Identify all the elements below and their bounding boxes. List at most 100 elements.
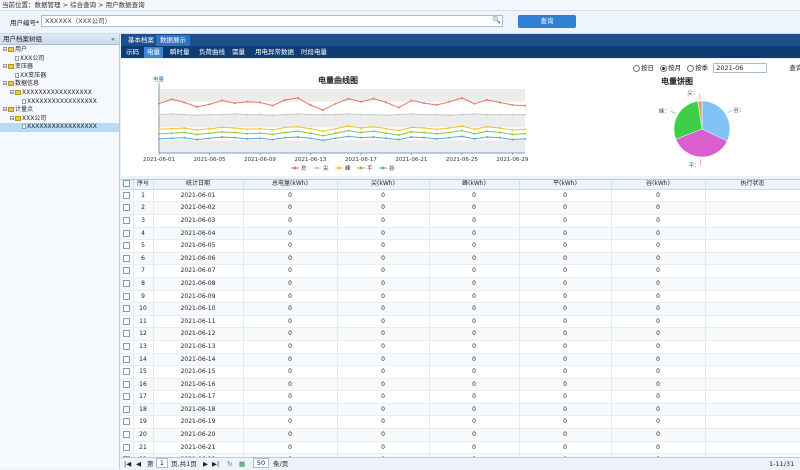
table-row[interactable]: 122021-06-1200000	[121, 328, 800, 341]
column-header[interactable]: 总电量(kWh)	[243, 180, 337, 189]
data-point	[309, 104, 311, 106]
table-row[interactable]: 12021-06-0100000	[121, 189, 800, 202]
table-row[interactable]: 92021-06-0900000	[121, 290, 800, 303]
table-row[interactable]: 52021-06-0500000	[121, 240, 800, 253]
table-cell: 7	[133, 265, 153, 278]
data-point	[171, 132, 173, 134]
export-excel-icon[interactable]: ▦	[239, 458, 245, 470]
row-checkbox[interactable]	[121, 403, 133, 416]
table-cell: 18	[133, 403, 153, 416]
table-row[interactable]: 132021-06-1300000	[121, 340, 800, 353]
table-row[interactable]: 212021-06-2100000	[121, 441, 800, 454]
column-header[interactable]: 序号	[133, 180, 153, 189]
row-checkbox[interactable]	[121, 328, 133, 341]
table-cell: 16	[133, 378, 153, 391]
table-row[interactable]: 72021-06-0700000	[121, 265, 800, 278]
table-cell: 2021-06-18	[153, 403, 243, 416]
search-icon[interactable]: 🔍	[492, 16, 501, 25]
table-row[interactable]: 62021-06-0600000	[121, 252, 800, 265]
tree-node[interactable]: ⊟计量点	[0, 106, 119, 115]
tab-basic-archive[interactable]: 基本档案	[124, 35, 158, 46]
row-checkbox[interactable]	[121, 214, 133, 227]
row-checkbox[interactable]	[121, 353, 133, 366]
tree-node[interactable]: XXX公司	[0, 55, 119, 64]
table-row[interactable]: 22021-06-0200000	[121, 202, 800, 215]
row-checkbox[interactable]	[121, 303, 133, 316]
query-button[interactable]: 查询	[518, 15, 576, 28]
row-checkbox[interactable]	[121, 429, 133, 442]
last-page-icon[interactable]: ▶|	[212, 458, 219, 470]
table-row[interactable]: 202021-06-2000000	[121, 429, 800, 442]
row-checkbox[interactable]	[121, 416, 133, 429]
table-row[interactable]: 112021-06-1100000	[121, 315, 800, 328]
table-row[interactable]: 172021-06-1700000	[121, 391, 800, 404]
collapse-icon[interactable]: «	[111, 34, 115, 44]
select-all-checkbox[interactable]	[121, 180, 133, 189]
first-page-icon[interactable]: |◀	[124, 458, 131, 470]
data-point	[486, 114, 488, 116]
row-checkbox[interactable]	[121, 441, 133, 454]
tab-abnormal[interactable]: 用电异常数据	[252, 47, 297, 58]
column-header[interactable]: 统计日期	[153, 180, 243, 189]
tree-node[interactable]: ⊟XXX公司	[0, 115, 119, 124]
data-point	[474, 138, 476, 140]
tree-node[interactable]: ⊟变压器	[0, 63, 119, 72]
tab-reading[interactable]: 示码	[123, 47, 142, 58]
table-row[interactable]: 182021-06-1800000	[121, 403, 800, 416]
tree-node[interactable]: ⊟XXXXXXXXXXXXXXXXX	[0, 89, 119, 98]
tab-period-energy[interactable]: 时段电量	[298, 47, 330, 58]
tab-data-display[interactable]: 数据展示	[156, 35, 190, 46]
table-row[interactable]: 162021-06-1600000	[121, 378, 800, 391]
chart-query-link[interactable]: 查询	[789, 64, 800, 72]
next-page-icon[interactable]: ▶	[203, 458, 208, 470]
row-checkbox[interactable]	[121, 240, 133, 253]
data-point	[196, 133, 198, 135]
row-checkbox[interactable]	[121, 189, 133, 202]
table-cell: 0	[243, 429, 337, 442]
user-id-input[interactable]: XXXXXX（XXX公司）	[41, 15, 503, 27]
column-header[interactable]: 尖(kWh)	[337, 180, 429, 189]
column-header[interactable]: 峰(kWh)	[429, 180, 519, 189]
table-row[interactable]: 82021-06-0800000	[121, 277, 800, 290]
tree-node[interactable]: XXXXXXXXXXXXXXXXX	[0, 123, 119, 132]
tab-demand[interactable]: 需量	[229, 47, 248, 58]
row-checkbox[interactable]	[121, 252, 133, 265]
table-row[interactable]: 152021-06-1500000	[121, 366, 800, 379]
table-row[interactable]: 102021-06-1000000	[121, 303, 800, 316]
prev-page-icon[interactable]: ◀	[136, 458, 141, 470]
table-cell	[705, 353, 800, 366]
table-row[interactable]: 192021-06-1900000	[121, 416, 800, 429]
column-header[interactable]: 谷(kWh)	[611, 180, 705, 189]
row-checkbox[interactable]	[121, 265, 133, 278]
column-header[interactable]: 执行状态	[705, 180, 800, 189]
column-header[interactable]: 平(kWh)	[519, 180, 611, 189]
refresh-icon[interactable]: ↻	[227, 458, 232, 470]
tree-node[interactable]: ⊟数据信息	[0, 80, 119, 89]
row-checkbox[interactable]	[121, 391, 133, 404]
tab-instant[interactable]: 瞬时量	[167, 47, 193, 58]
table-cell: 0	[519, 265, 611, 278]
table-row[interactable]: 142021-06-1400000	[121, 353, 800, 366]
data-point	[360, 127, 362, 129]
table-cell: 0	[611, 429, 705, 442]
row-checkbox[interactable]	[121, 202, 133, 215]
table-cell: 0	[243, 277, 337, 290]
row-checkbox[interactable]	[121, 290, 133, 303]
data-point	[436, 114, 438, 116]
table-cell: 0	[337, 353, 429, 366]
row-checkbox[interactable]	[121, 315, 133, 328]
row-checkbox[interactable]	[121, 378, 133, 391]
file-icon	[15, 56, 19, 61]
row-checkbox[interactable]	[121, 227, 133, 240]
row-checkbox[interactable]	[121, 277, 133, 290]
tree-node[interactable]: XXXXXXXXXXXXXXXXX	[0, 98, 119, 107]
row-checkbox[interactable]	[121, 366, 133, 379]
table-row[interactable]: 42021-06-0400000	[121, 227, 800, 240]
row-checkbox[interactable]	[121, 340, 133, 353]
table-row[interactable]: 32021-06-0300000	[121, 214, 800, 227]
tab-load-curve[interactable]: 负荷曲线	[196, 47, 228, 58]
table-cell: 0	[611, 403, 705, 416]
data-point	[297, 136, 299, 138]
tab-energy[interactable]: 电量	[144, 47, 163, 58]
tree-node[interactable]: ⊟用户	[0, 46, 119, 55]
